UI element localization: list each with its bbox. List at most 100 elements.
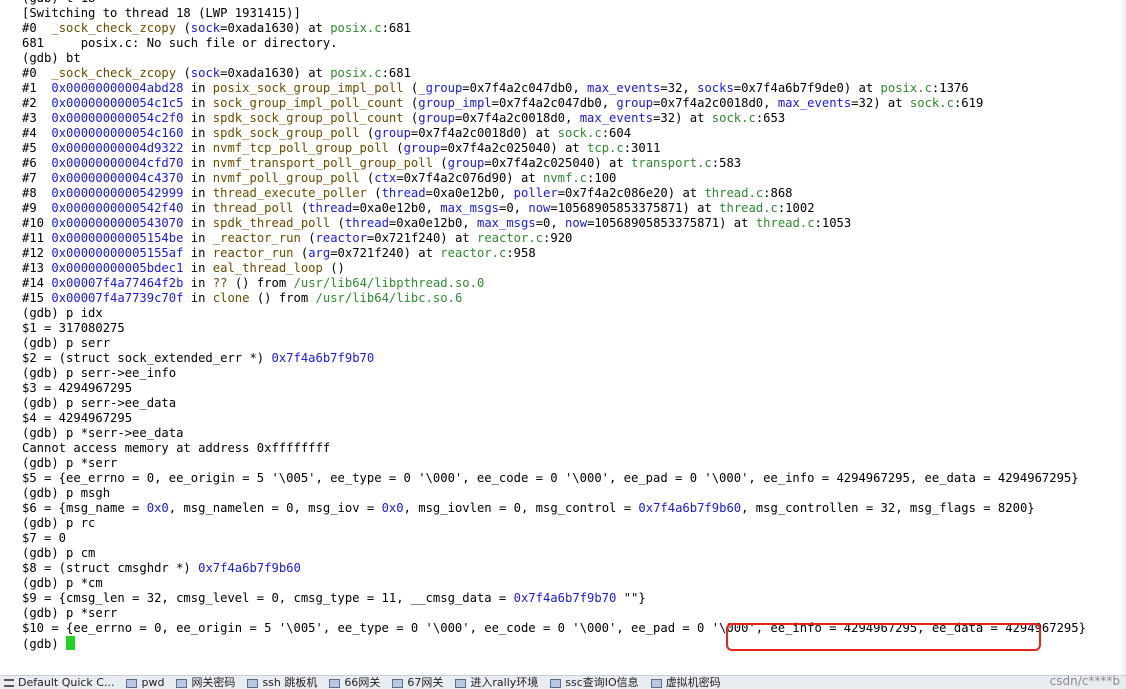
token-text: =0xa0e12b0, [425,186,514,200]
token-text: #12 [22,246,52,260]
terminal-line: $5 = {ee_errno = 0, ee_origin = 5 '\005'… [22,471,1126,486]
token-text: (gdb) p serr->ee_data [22,396,177,410]
token-filename: tcp.c [587,141,624,155]
token-text: #1 [22,81,52,95]
quick-command-item[interactable]: 66网关 [325,676,388,689]
token-argname: sock [190,21,221,35]
token-argname: max_events [777,96,852,110]
token-filename: sock.c [711,111,756,125]
quick-command-menu[interactable]: Default Quick C... [0,676,122,689]
token-text: (gdb) p rc [22,516,96,530]
token-text: (gdb) p serr->ee_info [22,366,177,380]
terminal-line: (gdb) p cm [22,546,1126,561]
quick-command-label: 67网关 [407,676,444,689]
token-address: 0x0 [146,501,169,515]
token-text: $8 = (struct cmsghdr *) [22,561,199,575]
token-function: _sock_check_zcopy [51,66,177,80]
session-icon [247,679,259,688]
terminal-scrollbar[interactable] [1122,0,1126,675]
token-text: =0xada1630) at [220,21,331,35]
token-text: in [183,126,213,140]
terminal-line: $6 = {msg_name = 0x0, msg_namelen = 0, m… [22,501,1126,516]
token-text: Cannot access memory at address 0xffffff… [22,441,331,455]
token-text: #14 [22,276,52,290]
token-text: :619 [953,96,984,110]
terminal-line: (gdb) p *serr->ee_data [22,426,1126,441]
token-function: spdk_sock_group_poll_count [212,111,404,125]
token-address: 0x00000000004abd28 [51,81,184,95]
terminal-line: $8 = (struct cmsghdr *) 0x7f4a6b7f9b60 [22,561,1126,576]
token-text: $9 = {cmsg_len = 32, cmsg_level = 0, cms… [22,591,514,605]
token-text: ( [330,216,345,230]
token-text: #8 [22,186,52,200]
token-argname: now [565,216,588,230]
token-text: :958 [506,246,536,260]
token-text: () from [227,276,294,290]
token-text: (gdb) p msgh [22,486,111,500]
token-text: in [183,276,213,290]
terminal-line: #15 0x00007f4a7739c70f in clone () from … [22,291,1126,306]
quick-command-item[interactable]: pwd [122,676,172,689]
quick-command-item[interactable]: 67网关 [388,676,451,689]
token-text: in [183,96,213,110]
token-text: #0 [22,21,52,35]
quick-command-label: ssh 跳板机 [262,676,318,689]
token-text: #11 [22,231,52,245]
terminal-line: 681 posix.c: No such file or directory. [22,36,1126,51]
terminal-window[interactable]: (gdb) t 18[Switching to thread 18 (LWP 1… [0,0,1126,675]
token-text: ( [388,141,404,155]
token-text: =0xada1630) at [220,66,331,80]
session-icon [176,679,188,688]
terminal-line: $3 = 4294967295 [22,381,1126,396]
token-argname: sock [190,66,221,80]
token-text: =0x7f4a2c0018d0, [454,111,580,125]
quick-command-item[interactable]: 虚拟机密码 [647,676,729,689]
token-text: =0x7f4a2c025040) at [440,141,588,155]
token-argname: group [418,111,455,125]
terminal-line: (gdb) p serr->ee_info [22,366,1126,381]
token-argname: max_events [579,111,654,125]
token-function: reactor_run [212,246,294,260]
token-filename: /usr/lib64/libc.so.6 [315,291,463,305]
quick-command-item[interactable]: 进入rally环境 [451,676,546,689]
quick-command-item[interactable]: 网关密码 [172,676,243,689]
token-address: 0x00007f4a77464f2b [51,276,184,290]
token-text: =10568905853375871) at [587,216,756,230]
terminal-line: Cannot access memory at address 0xffffff… [22,441,1126,456]
terminal-line: #8 0x0000000000542999 in thread_execute_… [22,186,1126,201]
terminal-line: #10 0x0000000000543070 in spdk_thread_po… [22,216,1126,231]
token-text: :583 [711,156,742,170]
session-icon [455,679,467,688]
terminal-line: #13 0x00000000005bdec1 in eal_thread_loo… [22,261,1126,276]
terminal-line: (gdb) p *serr [22,456,1126,471]
token-text: :920 [543,231,573,245]
token-text: :604 [601,126,632,140]
token-text: =0x721f240) at [366,231,477,245]
token-text: =0, [499,201,529,215]
terminal-line: #11 0x00000000005154be in _reactor_run (… [22,231,1126,246]
token-text: (gdb) p cm [22,546,96,560]
token-argname: reactor [315,231,367,245]
token-filename: thread.c [755,216,815,230]
token-text: =0x7f4a2c0018d0) at [410,126,558,140]
quick-command-item[interactable]: ssc查询IO信息 [546,676,646,689]
token-text: in [183,81,213,95]
terminal-line: $9 = {cmsg_len = 32, cmsg_level = 0, cms… [22,591,1126,606]
highlight-box [726,623,1041,651]
token-text: ( [359,171,375,185]
token-address: 0x7f4a6b7f9b70 [513,591,617,605]
token-text: ""} [616,591,646,605]
token-text: :653 [755,111,786,125]
token-function: spdk_sock_group_poll [212,126,360,140]
terminal-line: #9 0x0000000000542f40 in thread_poll (th… [22,201,1126,216]
token-text: =0xa0e12b0, [388,216,477,230]
token-text: ( [432,156,448,170]
terminal-line: (gdb) p serr [22,336,1126,351]
token-text: () [322,261,345,275]
token-address: 0x0 [381,501,404,515]
terminal-line: #0 _sock_check_zcopy (sock=0xada1630) at… [22,66,1126,81]
token-function: spdk_thread_poll [212,216,331,230]
token-address: 0x7f4a6b7f9b60 [198,561,301,575]
quick-command-item[interactable]: ssh 跳板机 [243,676,325,689]
terminal-line: (gdb) p msgh [22,486,1126,501]
